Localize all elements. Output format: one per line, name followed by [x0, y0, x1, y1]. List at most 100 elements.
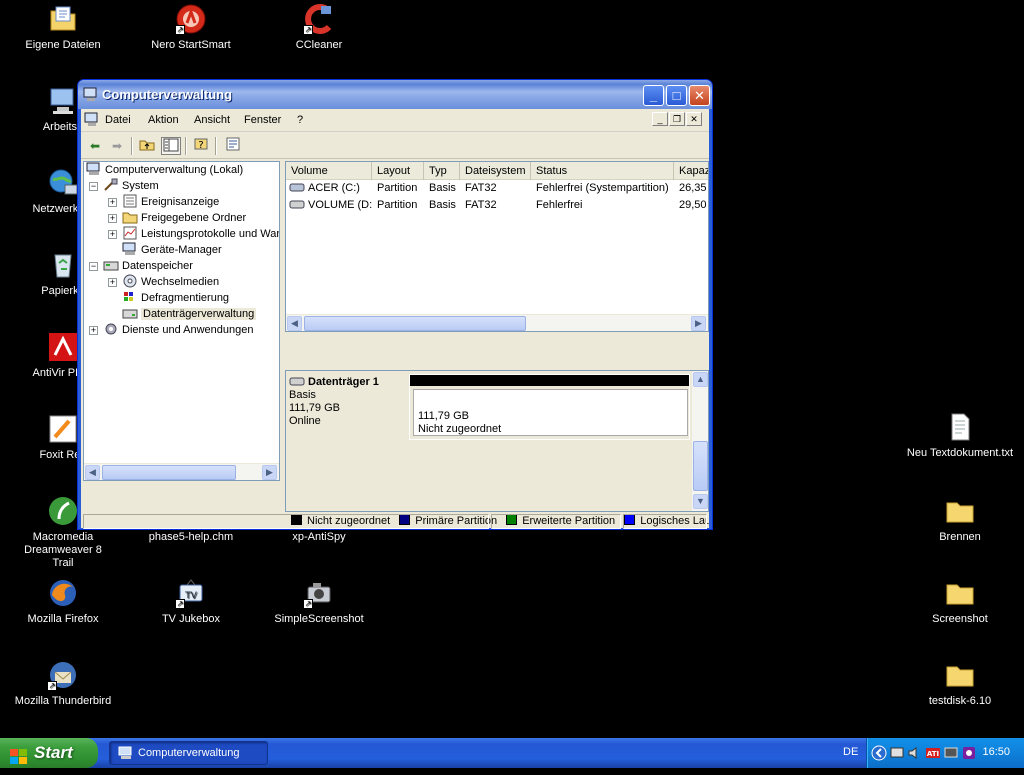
taskbar: Start Computerverwaltung DE ATI 16:50: [0, 738, 1024, 768]
taskbar-button-label: Computerverwaltung: [138, 747, 240, 759]
expand-toggle[interactable]: +: [108, 214, 117, 223]
capacity-cell: 26,35: [679, 182, 707, 194]
collapse-toggle[interactable]: −: [89, 262, 98, 271]
table-row[interactable]: VOLUME (D:) Partition Basis FAT32 Fehler…: [286, 197, 708, 214]
volume-tray-icon[interactable]: [907, 745, 923, 761]
scroll-left-icon[interactable]: ◀: [287, 316, 302, 331]
column-status[interactable]: Status: [531, 162, 674, 180]
collapse-toggle[interactable]: −: [89, 182, 98, 191]
app-tray-icon[interactable]: [961, 745, 977, 761]
mdi-minimize-button[interactable]: _: [652, 112, 668, 126]
scroll-up-icon[interactable]: ▲: [693, 372, 708, 387]
ati-tray-icon[interactable]: ATI: [925, 745, 941, 761]
desktop-icon-brennen[interactable]: Brennen: [910, 495, 1010, 544]
mdi-close-button[interactable]: ✕: [686, 112, 702, 126]
desktop-icon-screenshot[interactable]: Screenshot: [910, 577, 1010, 626]
region-size: 111,79 GB: [418, 410, 469, 422]
expand-toggle[interactable]: +: [89, 326, 98, 335]
desktop-icon-nero-startsmart[interactable]: ↗ Nero StartSmart: [141, 3, 241, 52]
tree-item-wechselmedien[interactable]: Wechselmedien: [122, 274, 219, 290]
disk-size: 111,79 GB: [289, 402, 340, 414]
show-tree-icon[interactable]: [161, 137, 181, 155]
minimize-button[interactable]: _: [643, 85, 664, 106]
device-manager-icon: [122, 242, 138, 256]
tree-item-ereignisanzeige[interactable]: Ereignisanzeige: [122, 194, 219, 210]
type-cell: Basis: [429, 199, 456, 211]
status-cell: [623, 514, 707, 529]
column-volume[interactable]: Volume: [286, 162, 372, 180]
volume-cell: ACER (C:): [286, 180, 372, 197]
desktop-icon-ccleaner[interactable]: ↗ CCleaner: [269, 3, 369, 52]
tree-item-root[interactable]: Computerverwaltung (Lokal): [86, 162, 243, 178]
tray-expand-icon[interactable]: [871, 745, 887, 761]
mdi-system-icon[interactable]: [84, 112, 100, 126]
scroll-down-icon[interactable]: ▼: [693, 494, 708, 509]
help-icon[interactable]: ?: [191, 137, 211, 155]
desktop-icon-label: CCleaner: [295, 39, 343, 51]
menu-ansicht[interactable]: Ansicht: [194, 114, 230, 126]
language-indicator[interactable]: DE: [843, 746, 858, 758]
scroll-thumb[interactable]: [304, 316, 526, 331]
menu-fenster[interactable]: Fenster: [244, 114, 281, 126]
tree-item-leistungsprotokolle[interactable]: Leistungsprotokolle und Warr: [122, 226, 279, 242]
desktop-icon-firefox[interactable]: Mozilla Firefox: [13, 577, 113, 626]
maximize-button[interactable]: □: [666, 85, 687, 106]
desktop-icon-thunderbird[interactable]: ↗ Mozilla Thunderbird: [13, 659, 113, 708]
column-dateisystem[interactable]: Dateisystem: [460, 162, 531, 180]
column-kapazitaet[interactable]: Kapaz: [674, 162, 708, 180]
disk-vertical-scrollbar[interactable]: ▲ ▼: [692, 371, 708, 511]
scroll-left-icon[interactable]: ◀: [85, 465, 100, 480]
menu-help[interactable]: ?: [297, 114, 303, 126]
column-typ[interactable]: Typ: [424, 162, 460, 180]
desktop-icon-neu-textdokument[interactable]: Neu Textdokument.txt: [904, 411, 1016, 460]
title-bar[interactable]: Computerverwaltung _ □ ✕: [78, 80, 712, 109]
properties-icon[interactable]: [223, 137, 243, 155]
tree-item-system[interactable]: System: [103, 178, 159, 194]
tree-horizontal-scrollbar[interactable]: ◀ ▶: [84, 463, 279, 480]
disk-info[interactable]: Datenträger 1 Basis 111,79 GB Online: [289, 374, 405, 440]
tree-item-defragmentierung[interactable]: Defragmentierung: [122, 290, 229, 306]
close-button[interactable]: ✕: [689, 85, 710, 106]
display-tray-icon[interactable]: [943, 745, 959, 761]
scroll-right-icon[interactable]: ▶: [262, 465, 277, 480]
tree-item-geraete-manager[interactable]: Geräte-Manager: [122, 242, 222, 258]
list-horizontal-scrollbar[interactable]: ◀ ▶: [286, 314, 708, 331]
svg-text:TV: TV: [184, 591, 197, 601]
network-places-icon: [47, 167, 79, 199]
menu-aktion[interactable]: Aktion: [148, 114, 179, 126]
back-icon[interactable]: ⬅: [85, 137, 105, 155]
up-folder-icon[interactable]: [137, 137, 157, 155]
desktop-icon-simplescreenshot[interactable]: ↗ SimpleScreenshot: [269, 577, 369, 626]
toolbar: ⬅ ➡ ?: [81, 133, 709, 159]
menu-bar: Datei Aktion Ansicht Fenster ? _ ❐ ✕: [81, 109, 709, 132]
tree-item-dienste[interactable]: Dienste und Anwendungen: [103, 322, 254, 338]
tools-icon: [103, 178, 119, 192]
toolbar-separator: [131, 137, 133, 155]
scroll-right-icon[interactable]: ▶: [691, 316, 706, 331]
tree-label: Freigegebene Ordner: [141, 212, 247, 224]
tree-item-datentraegerverwaltung[interactable]: Datenträgerverwaltung: [122, 306, 257, 322]
scroll-thumb[interactable]: [693, 441, 708, 491]
desktop-icon-testdisk[interactable]: testdisk-6.10: [910, 659, 1010, 708]
expand-toggle[interactable]: +: [108, 198, 117, 207]
unallocated-region[interactable]: 111,79 GB Nicht zugeordnet: [409, 374, 690, 440]
forward-icon[interactable]: ➡: [107, 137, 127, 155]
network-tray-icon[interactable]: [889, 745, 905, 761]
expand-toggle[interactable]: +: [108, 278, 117, 287]
tree-item-freigegebene-ordner[interactable]: Freigegebene Ordner: [122, 210, 246, 226]
start-button[interactable]: Start: [0, 738, 98, 768]
table-row[interactable]: ACER (C:) Partition Basis FAT32 Fehlerfr…: [286, 180, 708, 197]
expand-toggle[interactable]: +: [108, 230, 117, 239]
desktop-icon-label: phase5-help.chm: [148, 531, 234, 543]
scroll-thumb[interactable]: [102, 465, 236, 480]
menu-datei[interactable]: Datei: [105, 114, 131, 126]
clock[interactable]: 16:50: [982, 746, 1010, 758]
desktop-icon-eigene-dateien[interactable]: Eigene Dateien: [13, 3, 113, 52]
desktop-icon-tv-jukebox[interactable]: TV ↗ TV Jukebox: [141, 577, 241, 626]
desktop-icon-label: Nero StartSmart: [151, 39, 231, 51]
tree-item-datenspeicher[interactable]: Datenspeicher: [103, 258, 193, 274]
mdi-controls: _ ❐ ✕: [651, 112, 703, 128]
column-layout[interactable]: Layout: [372, 162, 424, 180]
mdi-restore-button[interactable]: ❐: [669, 112, 685, 126]
taskbar-button-computerverwaltung[interactable]: Computerverwaltung: [109, 741, 268, 765]
